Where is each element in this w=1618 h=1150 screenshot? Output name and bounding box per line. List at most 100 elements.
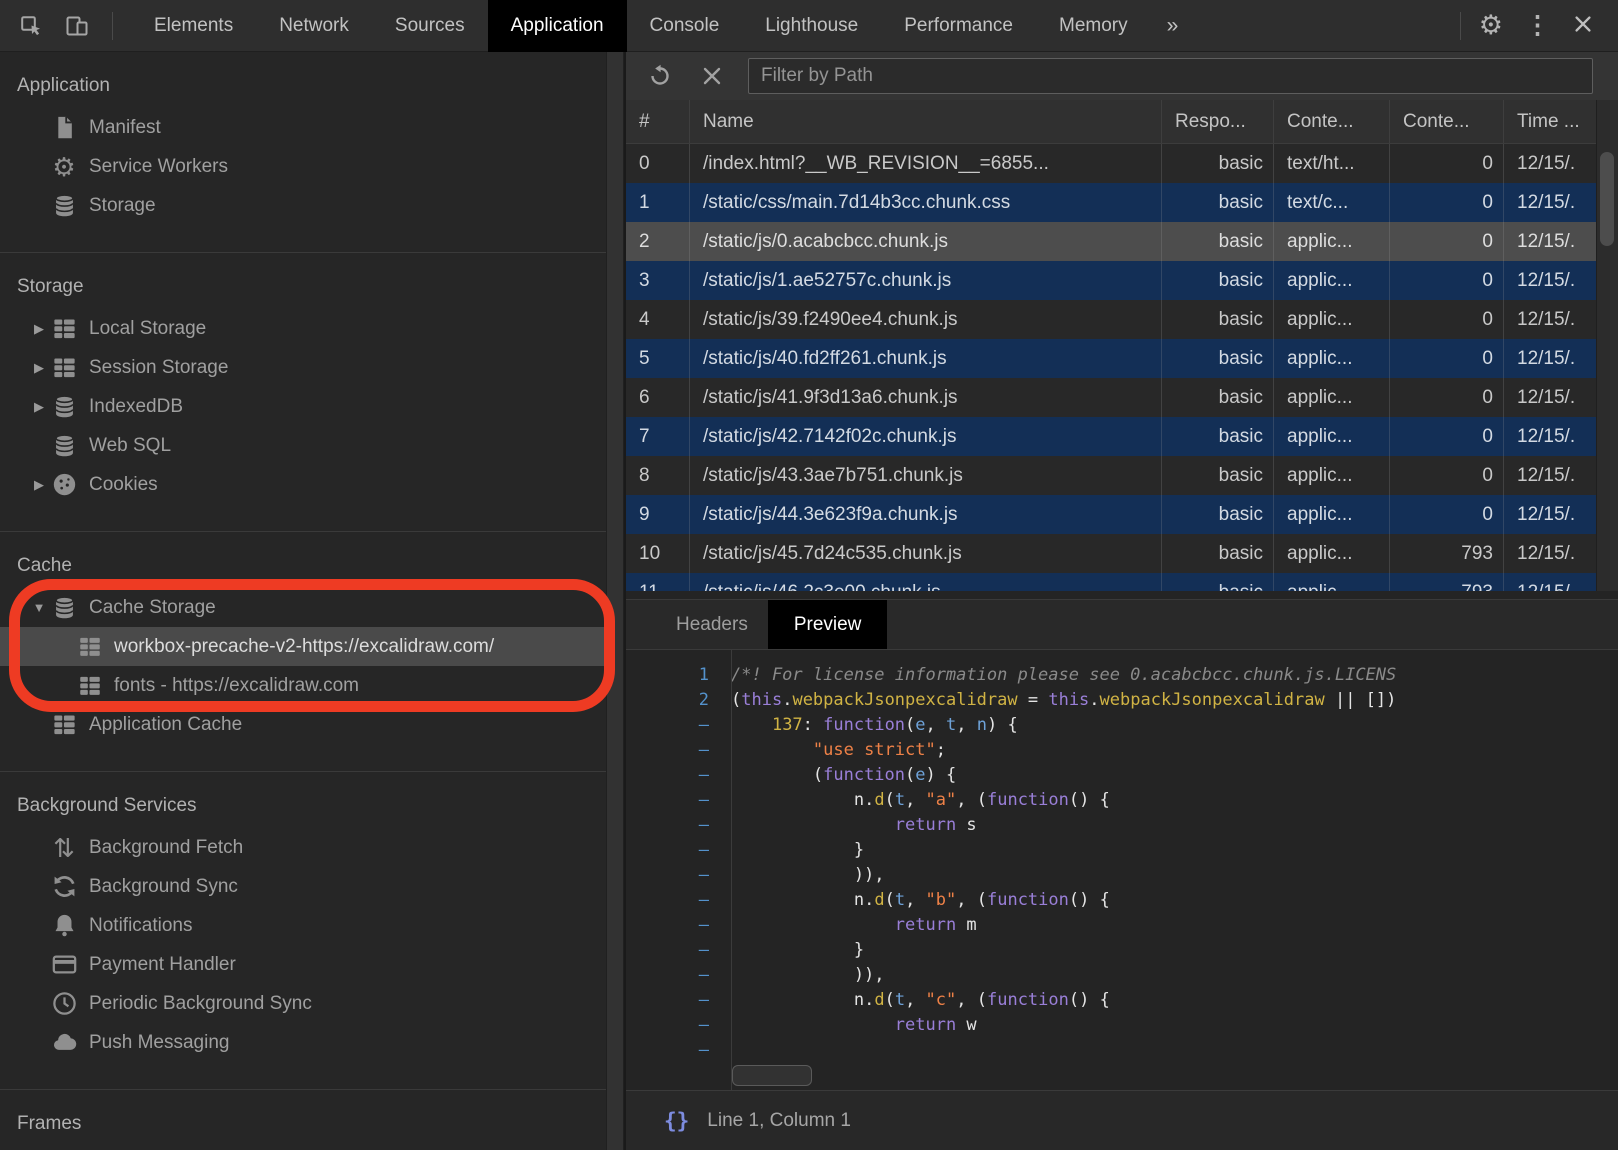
- code-horizontal-scrollbar-thumb[interactable]: [732, 1065, 812, 1086]
- settings-gear-icon[interactable]: ⚙: [1479, 12, 1503, 39]
- table-row[interactable]: 2/static/js/0.acabcbcc.chunk.jsbasicappl…: [626, 222, 1618, 261]
- sidebar-item-service-workers[interactable]: ⚙Service Workers: [0, 147, 606, 186]
- chevron-right-icon[interactable]: ▶: [28, 321, 50, 337]
- clear-icon[interactable]: [698, 62, 726, 90]
- sidebar-item-periodic-background-sync[interactable]: Periodic Background Sync: [0, 984, 606, 1023]
- sidebar-item-web-sql[interactable]: Web SQL: [0, 426, 606, 465]
- sidebar-item-application-cache[interactable]: Application Cache: [0, 705, 606, 744]
- application-sidebar: ApplicationManifest⚙Service WorkersStora…: [0, 52, 606, 1150]
- chevron-right-icon[interactable]: ▶: [28, 477, 50, 493]
- cell-index: 10: [626, 534, 690, 573]
- sidebar-item-workbox-precache-v2-https-excalidraw-com[interactable]: workbox-precache-v2-https://excalidraw.c…: [0, 627, 606, 666]
- inspect-icon[interactable]: [16, 11, 46, 41]
- line-number: 2: [626, 688, 731, 713]
- table-row[interactable]: 6/static/js/41.9f3d13a6.chunk.jsbasicapp…: [626, 378, 1618, 417]
- sidebar-item-cache-storage[interactable]: ▼Cache Storage: [0, 588, 606, 627]
- close-icon[interactable]: [1572, 13, 1598, 39]
- sidebar-item-background-sync[interactable]: Background Sync: [0, 867, 606, 906]
- line-number: –: [626, 738, 731, 763]
- sidebar-item-label: Storage: [89, 195, 156, 217]
- column-header-conte[interactable]: Conte...: [1390, 100, 1504, 143]
- sidebar-scrollbar[interactable]: [606, 52, 624, 1150]
- tab-network[interactable]: Network: [256, 0, 372, 52]
- column-header-respo[interactable]: Respo...: [1162, 100, 1274, 143]
- chevron-down-icon[interactable]: ▼: [28, 600, 50, 615]
- cell-response-type: basic: [1162, 183, 1274, 222]
- code-text: )),: [731, 963, 1618, 988]
- table-row[interactable]: 0/index.html?__WB_REVISION__=6855...basi…: [626, 144, 1618, 183]
- cell-name: /index.html?__WB_REVISION__=6855...: [690, 144, 1162, 183]
- code-line: – )),: [626, 863, 1618, 888]
- sidebar-item-manifest[interactable]: Manifest: [0, 108, 606, 147]
- tab-application[interactable]: Application: [488, 0, 627, 52]
- tab-memory[interactable]: Memory: [1036, 0, 1151, 52]
- cell-name: /static/js/44.3e623f9a.chunk.js: [690, 495, 1162, 534]
- tab-performance[interactable]: Performance: [881, 0, 1036, 52]
- code-line: – (function(e) {: [626, 763, 1618, 788]
- sidebar-item-background-fetch[interactable]: ⇅Background Fetch: [0, 828, 606, 867]
- sidebar-item-indexeddb[interactable]: ▶IndexedDB: [0, 387, 606, 426]
- filter-by-path-input[interactable]: [748, 58, 1593, 94]
- code-text: }: [731, 938, 1618, 963]
- table-row[interactable]: 9/static/js/44.3e623f9a.chunk.jsbasicapp…: [626, 495, 1618, 534]
- cell-response-type: basic: [1162, 573, 1274, 591]
- tab-console[interactable]: Console: [627, 0, 743, 52]
- column-header-name[interactable]: Name: [690, 100, 1162, 143]
- device-toolbar-icon[interactable]: [62, 11, 92, 41]
- sidebar-item-label: Service Workers: [89, 156, 228, 178]
- code-text: [731, 1038, 1618, 1063]
- table-grid-icon: [77, 673, 103, 699]
- toolbar-divider: [112, 12, 113, 40]
- cell-index: 4: [626, 300, 690, 339]
- chevron-right-icon[interactable]: ▶: [28, 360, 50, 376]
- cursor-position-label: Line 1, Column 1: [707, 1110, 851, 1132]
- cell-content-length: 793: [1390, 534, 1504, 573]
- refresh-icon[interactable]: [646, 62, 674, 90]
- table-row[interactable]: 10/static/js/45.7d24c535.chunk.jsbasicap…: [626, 534, 1618, 573]
- sidebar-item-cookies[interactable]: ▶Cookies: [0, 465, 606, 504]
- manifest-file-icon: [50, 114, 78, 142]
- table-row[interactable]: 8/static/js/43.3ae7b751.chunk.jsbasicapp…: [626, 456, 1618, 495]
- sidebar-item-payment-handler[interactable]: Payment Handler: [0, 945, 606, 984]
- table-row[interactable]: 1/static/css/main.7d14b3cc.chunk.cssbasi…: [626, 183, 1618, 222]
- tab-lighthouse[interactable]: Lighthouse: [742, 0, 881, 52]
- table-row[interactable]: 3/static/js/1.ae52757c.chunk.jsbasicappl…: [626, 261, 1618, 300]
- cell-index: 2: [626, 222, 690, 261]
- column-header-conte[interactable]: Conte...: [1274, 100, 1390, 143]
- chevron-right-icon[interactable]: ▶: [28, 399, 50, 415]
- column-header-[interactable]: #: [626, 100, 690, 143]
- cache-toolbar: [626, 52, 1618, 100]
- sidebar-item-session-storage[interactable]: ▶Session Storage: [0, 348, 606, 387]
- scrollbar-thumb[interactable]: [1600, 152, 1614, 246]
- cell-content-length: 0: [1390, 456, 1504, 495]
- sidebar-item-fonts-https-excalidraw-com[interactable]: fonts - https://excalidraw.com: [0, 666, 606, 705]
- preview-tab-preview[interactable]: Preview: [768, 600, 888, 649]
- cell-index: 3: [626, 261, 690, 300]
- table-row[interactable]: 4/static/js/39.f2490ee4.chunk.jsbasicapp…: [626, 300, 1618, 339]
- preview-tab-headers[interactable]: Headers: [666, 600, 758, 649]
- payment-card-icon: [50, 951, 78, 979]
- cell-index: 1: [626, 183, 690, 222]
- tab-sources[interactable]: Sources: [372, 0, 488, 52]
- code-text: return w: [731, 1013, 1618, 1038]
- sidebar-item-label: workbox-precache-v2-https://excalidraw.c…: [114, 636, 494, 658]
- up-down-arrows-icon: ⇅: [50, 834, 78, 862]
- more-menu-icon[interactable]: ⋮: [1525, 13, 1550, 38]
- sidebar-item-storage[interactable]: Storage: [0, 186, 606, 225]
- clock-icon: [50, 990, 78, 1018]
- cell-name: /static/js/43.3ae7b751.chunk.js: [690, 456, 1162, 495]
- table-vertical-scrollbar[interactable]: [1596, 100, 1618, 591]
- table-row[interactable]: 5/static/js/40.fd2ff261.chunk.jsbasicapp…: [626, 339, 1618, 378]
- sidebar-item-local-storage[interactable]: ▶Local Storage: [0, 309, 606, 348]
- preview-pane-tabs: HeadersPreview: [626, 600, 1618, 650]
- cell-name: /static/js/41.9f3d13a6.chunk.js: [690, 378, 1162, 417]
- code-text: )),: [731, 863, 1618, 888]
- table-row[interactable]: 7/static/js/42.7142f02c.chunk.jsbasicapp…: [626, 417, 1618, 456]
- table-row[interactable]: 11/static/js/46.2c3e00.chunk.jsbasicappl…: [626, 573, 1618, 591]
- sidebar-item-push-messaging[interactable]: Push Messaging: [0, 1023, 606, 1062]
- tab-elements[interactable]: Elements: [131, 0, 256, 52]
- more-tabs-chevron[interactable]: »: [1151, 0, 1195, 52]
- cell-index: 5: [626, 339, 690, 378]
- sidebar-item-notifications[interactable]: Notifications: [0, 906, 606, 945]
- cell-name: /static/js/39.f2490ee4.chunk.js: [690, 300, 1162, 339]
